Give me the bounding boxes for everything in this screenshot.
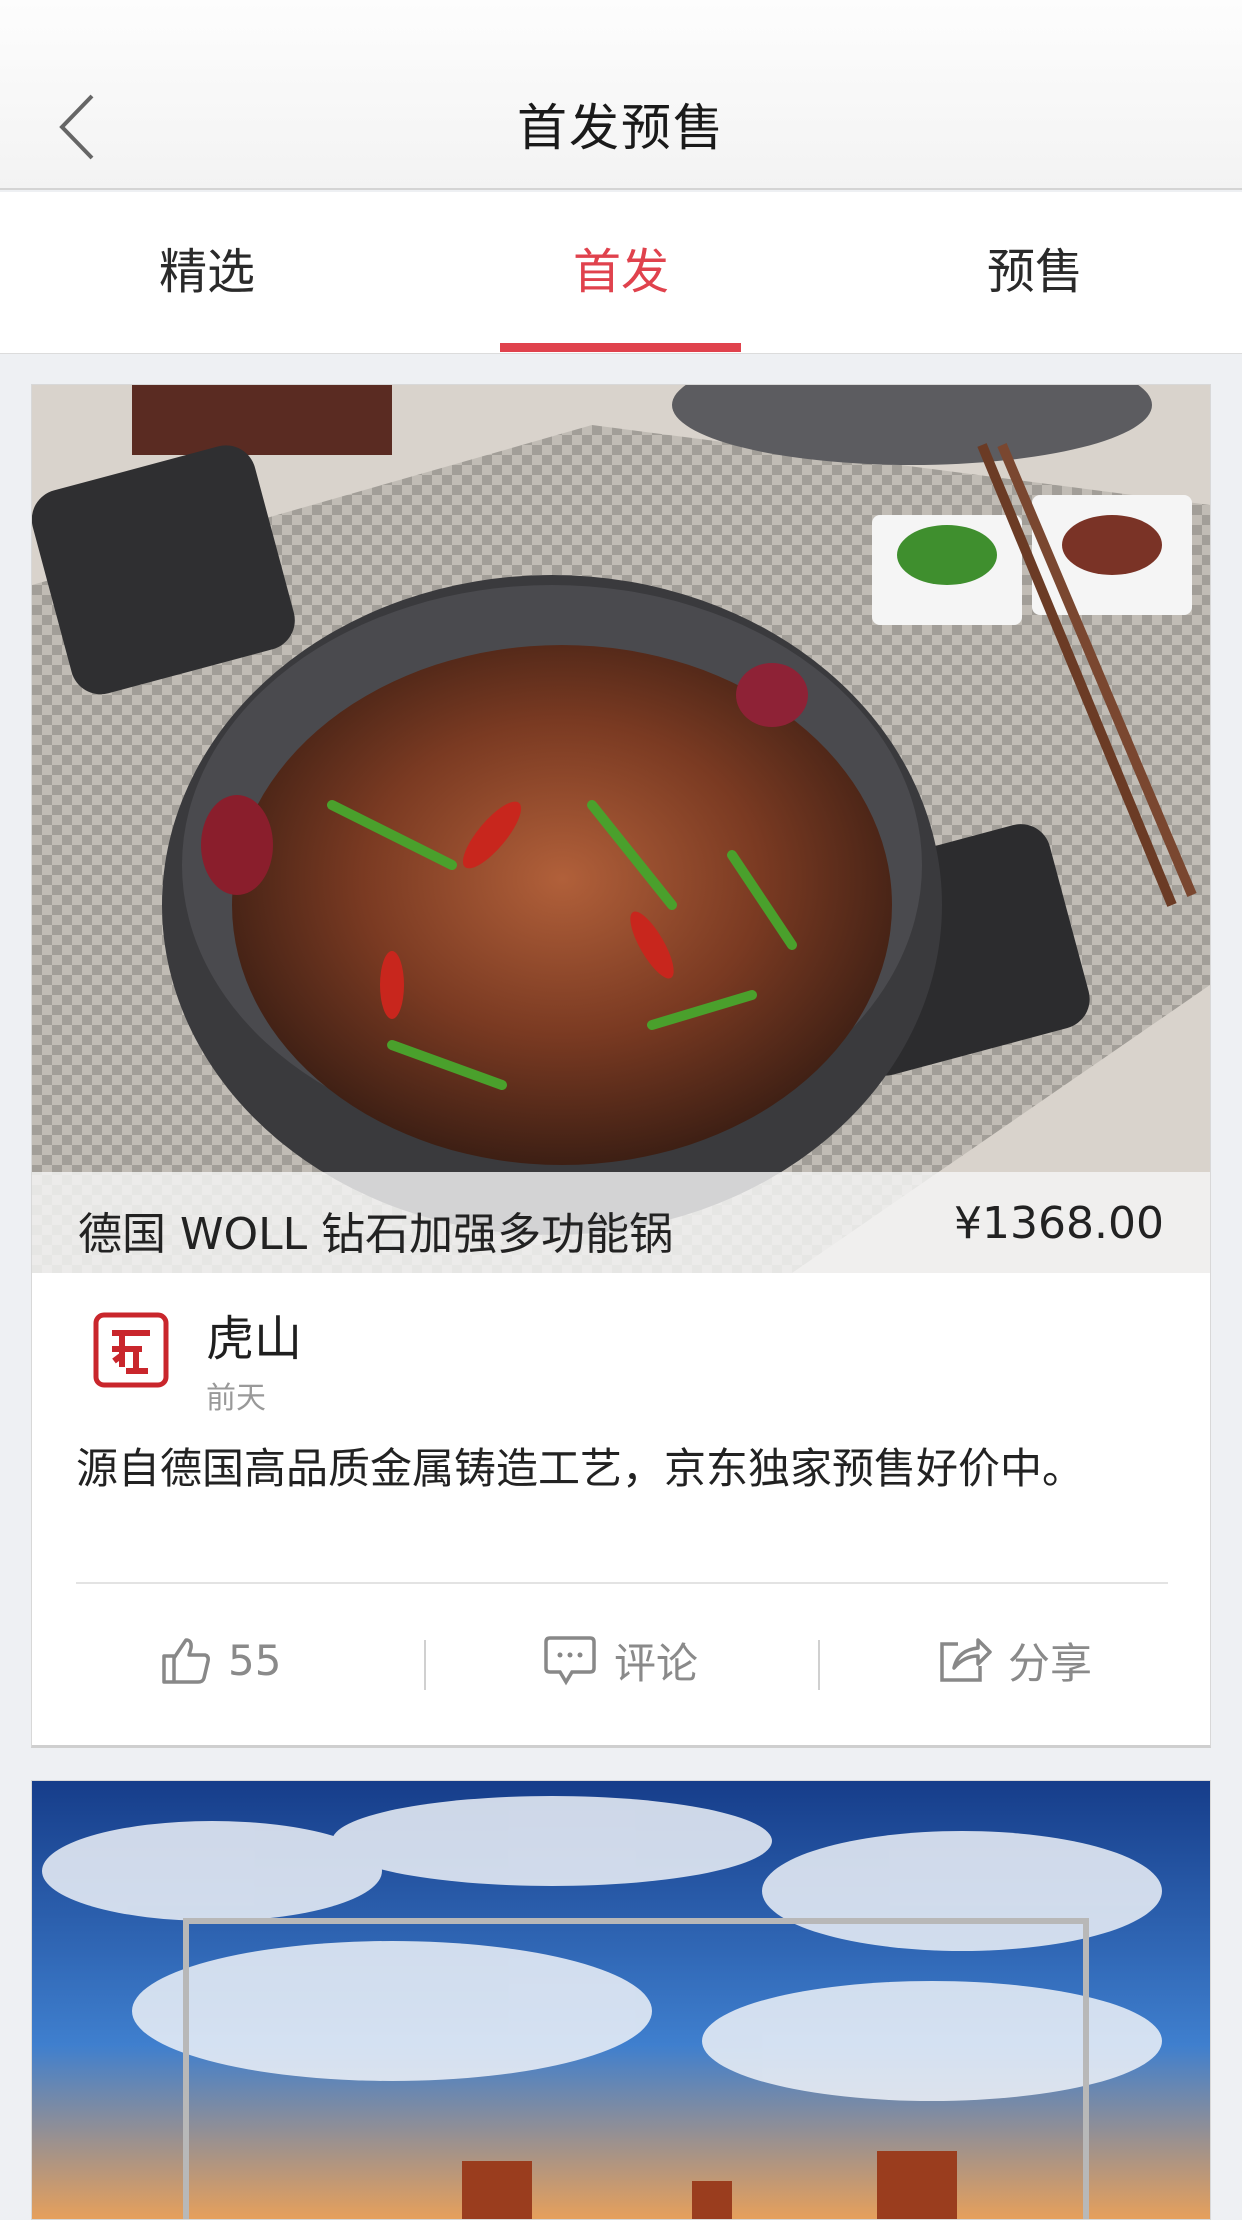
- navigation-bar: 首发预售: [0, 0, 1242, 190]
- active-tab-indicator: [500, 343, 741, 352]
- page-title: 首发预售: [517, 99, 725, 157]
- share-label: 分享: [1008, 1638, 1093, 1688]
- product-caption-bar: 德国 WOLL 钻石加强多功能锅 ¥1368.00: [32, 1172, 1210, 1273]
- avatar[interactable]: [92, 1311, 170, 1389]
- tab-first-release[interactable]: 首发: [414, 192, 828, 354]
- like-count: 55: [228, 1635, 282, 1685]
- thumbs-up-icon: [162, 1638, 210, 1684]
- comment-icon: [544, 1636, 596, 1686]
- comment-label: 评论: [614, 1638, 699, 1688]
- share-button[interactable]: 分享: [936, 1607, 1092, 1713]
- post-description: 源自德国高品质金属铸造工艺，京东独家预售好价中。: [76, 1444, 1085, 1493]
- divider: [76, 1582, 1168, 1584]
- product-price: ¥1368.00: [954, 1198, 1164, 1249]
- post-time: 前天: [206, 1381, 266, 1416]
- comment-button[interactable]: 评论: [542, 1607, 698, 1713]
- tab-presale[interactable]: 预售: [828, 192, 1242, 354]
- share-icon: [940, 1638, 992, 1682]
- feed-card[interactable]: 德国 WOLL 钻石加强多功能锅 ¥1368.00 虎山 前天 源自德国高品质金…: [31, 384, 1211, 1748]
- action-separator: [818, 1640, 820, 1690]
- product-name: 德国 WOLL 钻石加强多功能锅: [78, 1209, 674, 1260]
- product-image[interactable]: [32, 385, 1210, 1273]
- tab-featured[interactable]: 精选: [0, 192, 414, 354]
- tab-bar: 精选 首发 预售: [0, 192, 1242, 354]
- action-separator: [424, 1640, 426, 1690]
- feed-card-image[interactable]: [31, 1780, 1211, 2220]
- like-button[interactable]: 55: [160, 1607, 281, 1713]
- author-name[interactable]: 虎山: [206, 1299, 302, 1369]
